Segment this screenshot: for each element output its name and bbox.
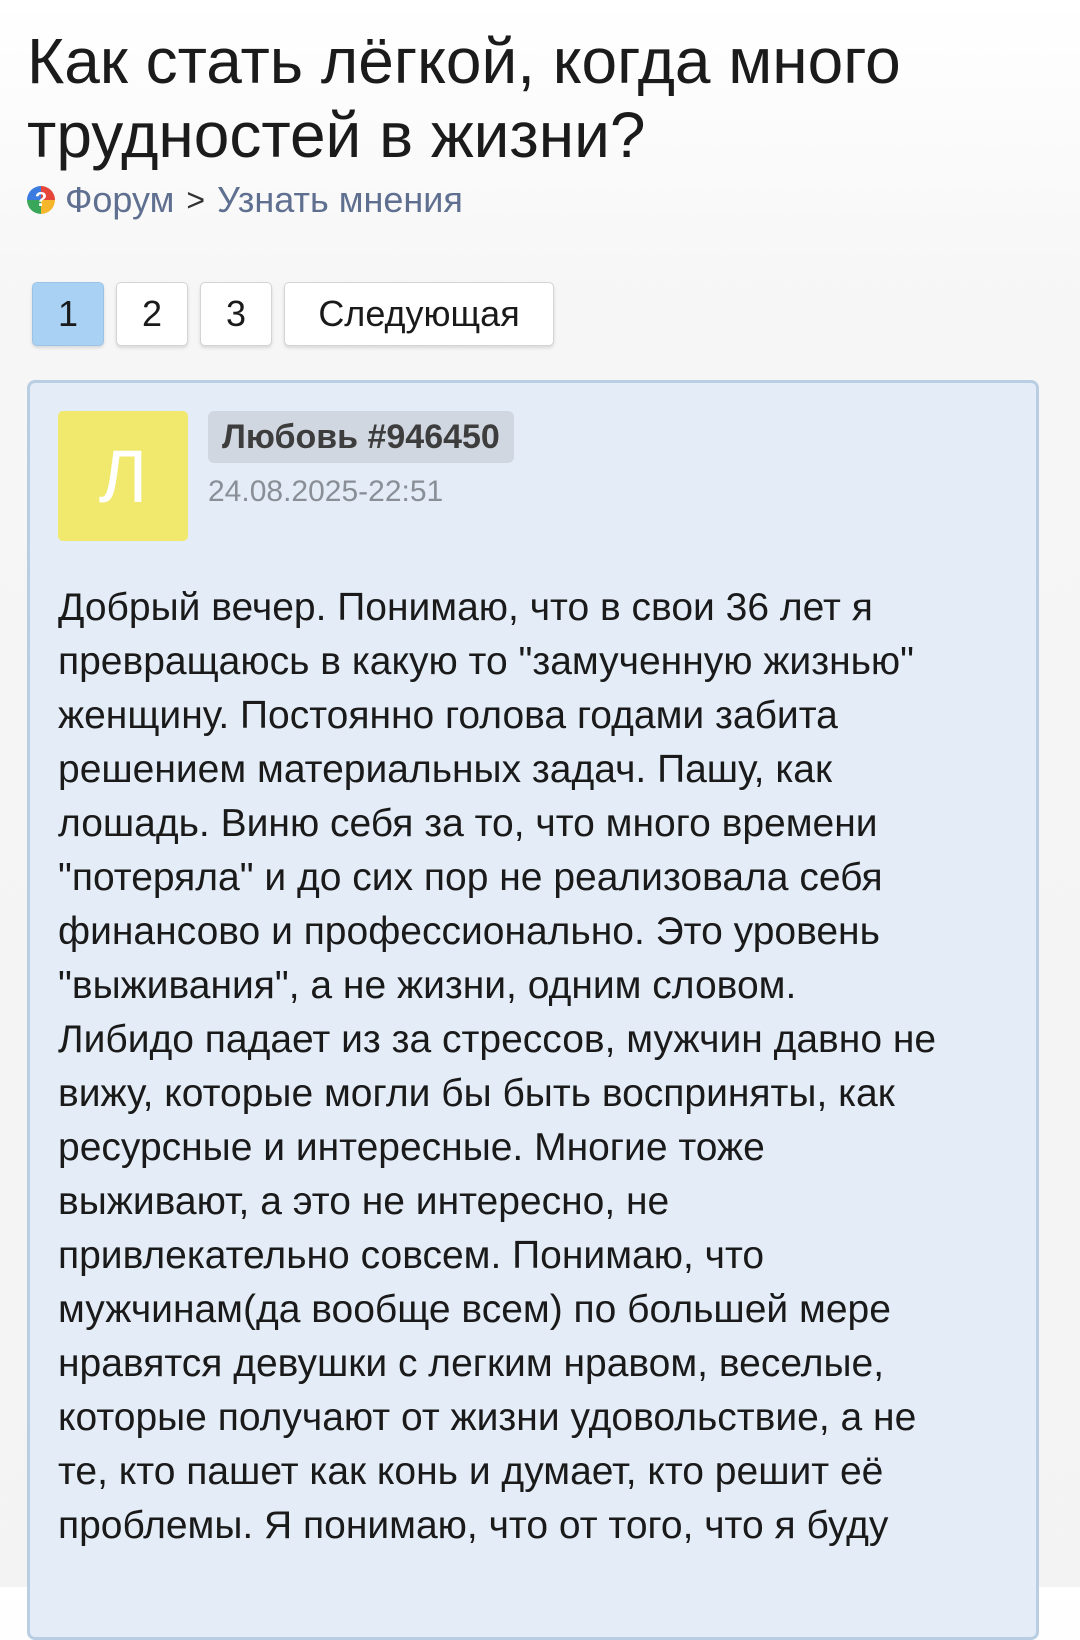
breadcrumb: Форум > Узнать мнения [27, 179, 463, 221]
post-line: нравятся девушки с легким нравом, веселы… [58, 1342, 885, 1385]
post-line: "потеряла" и до сих пор не реализовала с… [58, 856, 883, 899]
page-title: Как стать лёгкой, когда много трудностей… [27, 25, 901, 171]
post-body: Добрый вечер. Понимаю, что в свои 36 лет… [58, 581, 1023, 1553]
page-1-button[interactable]: 1 [32, 282, 104, 346]
page-3-button[interactable]: 3 [200, 282, 272, 346]
forum-question-icon [27, 186, 55, 214]
post-line: лошадь. Виню себя за то, что много време… [58, 802, 878, 845]
post-line: "выживания", а не жизни, одним словом. [58, 964, 797, 1007]
author-name[interactable]: Любовь #946450 [208, 411, 514, 463]
breadcrumb-forum-link[interactable]: Форум [65, 179, 174, 221]
post-line: финансово и профессионально. Это уровень [58, 910, 880, 953]
page-2-button[interactable]: 2 [116, 282, 188, 346]
pagination: 1 2 3 Следующая [32, 282, 554, 346]
forum-post: Л Любовь #946450 24.08.2025-22:51 Добрый… [27, 380, 1039, 1640]
breadcrumb-section-link[interactable]: Узнать мнения [217, 179, 463, 221]
next-page-button[interactable]: Следующая [284, 282, 554, 346]
post-line: мужчинам(да вообще всем) по большей мере [58, 1288, 891, 1331]
post-date: 24.08.2025-22:51 [208, 475, 444, 508]
post-line: превращаюсь в какую то "замученную жизнь… [58, 640, 915, 683]
post-line: Добрый вечер. Понимаю, что в свои 36 лет… [58, 586, 873, 629]
post-line: решением материальных задач. Пашу, как [58, 748, 833, 791]
post-line: Либидо падает из за стрессов, мужчин дав… [58, 1018, 937, 1061]
post-line: выживают, а это не интересно, не [58, 1180, 670, 1223]
post-line: привлекательно совсем. Понимаю, что [58, 1234, 765, 1277]
post-line: те, кто пашет как конь и думает, кто реш… [58, 1450, 884, 1493]
post-line: которые получают от жизни удовольствие, … [58, 1396, 917, 1439]
post-line: проблемы. Я понимаю, что от того, что я … [58, 1504, 889, 1547]
post-line: женщину. Постоянно голова годами забита [58, 694, 838, 737]
breadcrumb-separator: > [186, 181, 206, 218]
avatar: Л [58, 411, 188, 541]
post-line: ресурсные и интересные. Многие тоже [58, 1126, 765, 1169]
post-line: вижу, которые могли бы быть восприняты, … [58, 1072, 895, 1115]
